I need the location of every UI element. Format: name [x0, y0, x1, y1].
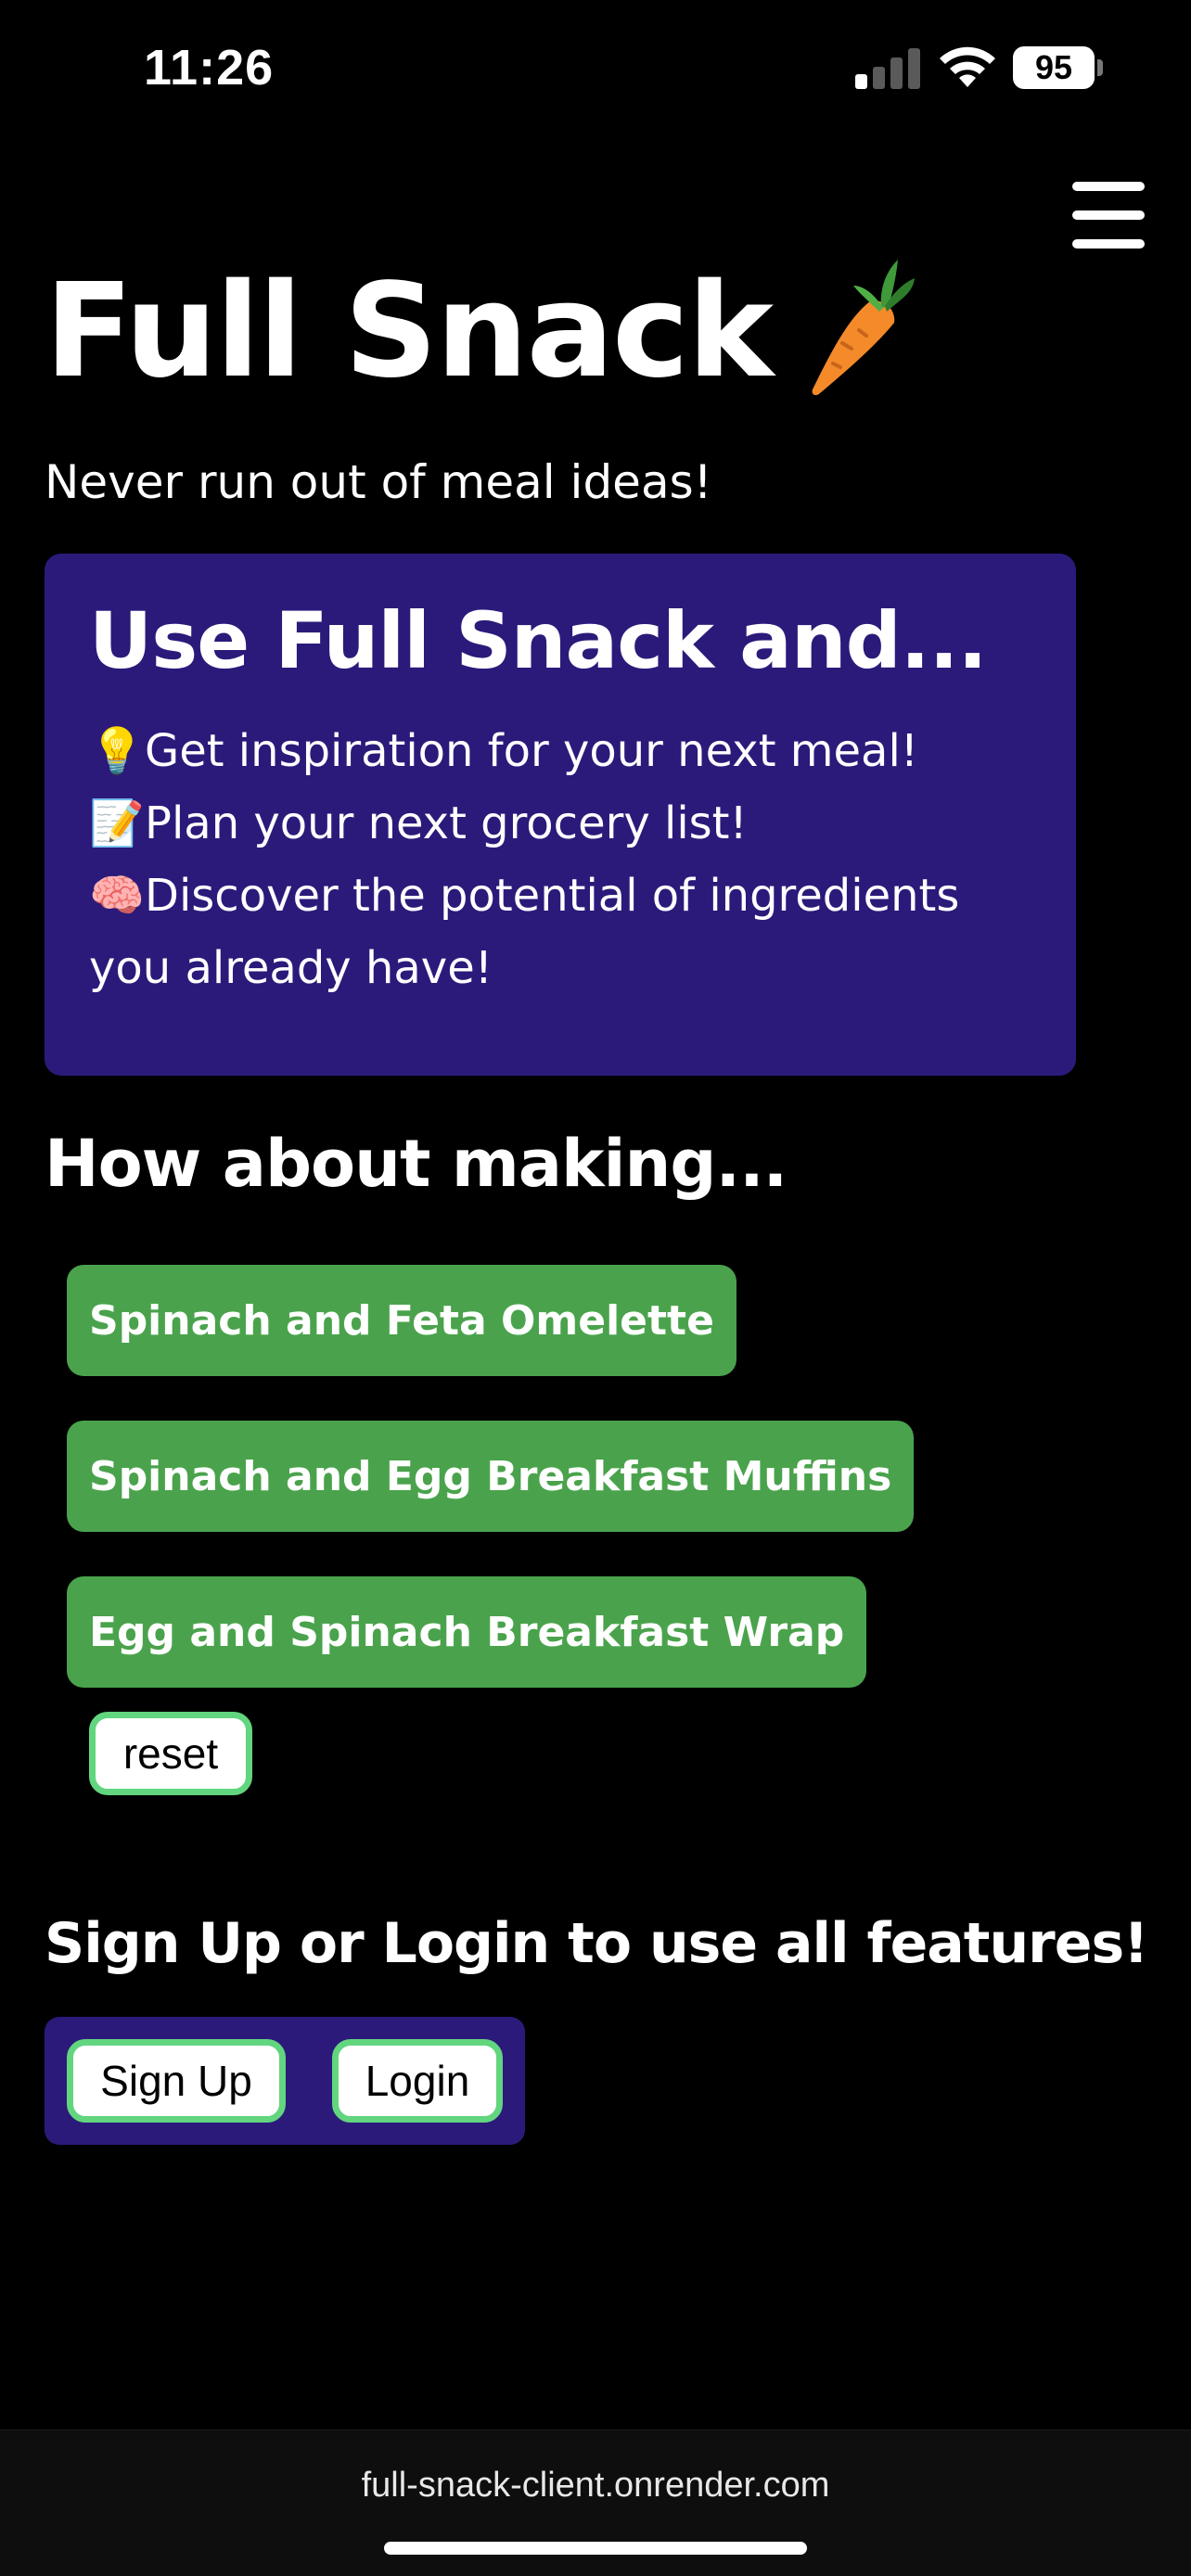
feature-text: Get inspiration for your next meal!	[145, 725, 919, 777]
url-text[interactable]: full-snack-client.onrender.com	[0, 2466, 1191, 2506]
meal-suggestion-button[interactable]: Spinach and Egg Breakfast Muffins	[67, 1421, 915, 1532]
hamburger-menu-icon[interactable]	[1072, 182, 1145, 249]
brain-icon: 🧠	[89, 870, 145, 922]
features-heading: Use Full Snack and...	[89, 595, 987, 686]
cellular-signal-icon	[855, 46, 920, 89]
battery-icon: 95	[1013, 46, 1095, 89]
memo-icon: 📝	[89, 797, 145, 849]
login-button[interactable]: Login	[332, 2039, 503, 2123]
wifi-icon	[940, 46, 995, 87]
feature-text: Discover the potential of ingredients yo…	[89, 870, 960, 994]
home-indicator[interactable]	[384, 2542, 807, 2555]
app-title: Full Snack	[45, 256, 774, 407]
battery-nub	[1097, 59, 1103, 76]
suggestions-heading: How about making...	[45, 1126, 788, 1202]
auth-heading: Sign Up or Login to use all features!	[45, 1911, 1149, 1976]
feature-item-inspiration: 💡Get inspiration for your next meal!	[89, 715, 1031, 787]
reset-button[interactable]: reset	[89, 1712, 252, 1795]
sign-up-button[interactable]: Sign Up	[67, 2039, 286, 2123]
page: 11:26 95 Full Snack Never run out of mea…	[0, 0, 1191, 2576]
lightbulb-icon: 💡	[89, 725, 145, 777]
feature-text: Plan your next grocery list!	[145, 797, 748, 849]
status-bar: 11:26 95	[0, 0, 1191, 139]
tagline: Never run out of meal ideas!	[45, 455, 712, 509]
status-time: 11:26	[144, 40, 275, 96]
meal-suggestion-button[interactable]: Egg and Spinach Breakfast Wrap	[67, 1576, 867, 1688]
feature-item-ingredients: 🧠Discover the potential of ingredients y…	[89, 860, 1031, 1004]
browser-url-bar[interactable]: full-snack-client.onrender.com	[0, 2429, 1191, 2576]
features-card: Use Full Snack and... 💡Get inspiration f…	[45, 554, 1076, 1076]
meal-suggestion-button[interactable]: Spinach and Feta Omelette	[67, 1265, 736, 1376]
carrot-icon	[812, 260, 915, 396]
feature-item-grocery: 📝Plan your next grocery list!	[89, 787, 1031, 860]
